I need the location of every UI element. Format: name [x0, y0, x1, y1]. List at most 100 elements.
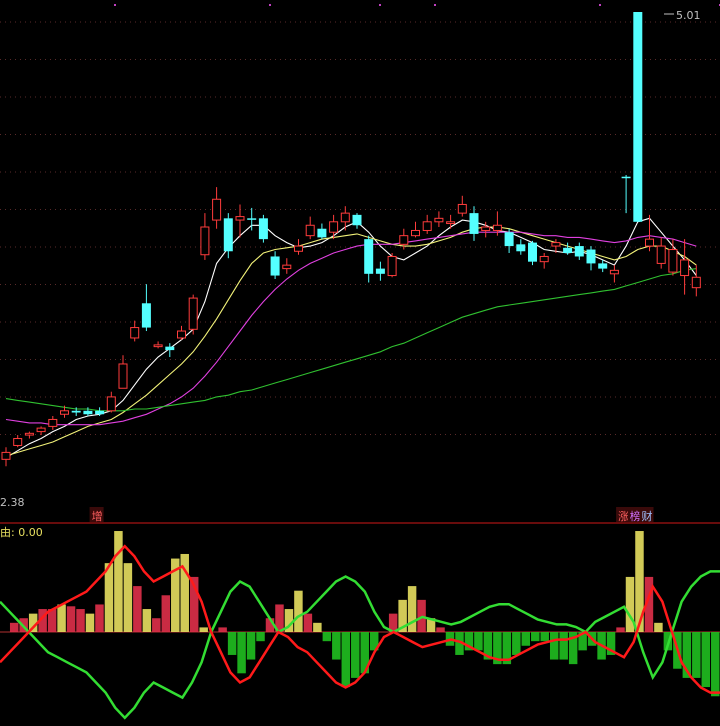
- candle-body: [375, 268, 385, 274]
- high-label: 5.01: [676, 9, 701, 22]
- candle-body: [270, 256, 280, 276]
- indicator-bar: [521, 632, 531, 646]
- candle-body: [340, 212, 350, 223]
- candle-body: [235, 216, 245, 221]
- candle-body: [83, 410, 93, 415]
- indicator-bar: [199, 627, 208, 632]
- indicator-bar: [303, 613, 313, 632]
- indicator-bar: [540, 632, 549, 642]
- candle-body: [574, 246, 584, 257]
- candle-body: [586, 249, 596, 264]
- candle-body: [188, 297, 198, 330]
- candle-body: [177, 330, 186, 339]
- candle-body: [645, 238, 654, 247]
- marker-label: 涨: [618, 510, 629, 523]
- indicator-bar: [256, 632, 265, 642]
- indicator-bar: [161, 595, 171, 632]
- candle-body: [516, 244, 526, 252]
- candle-body: [633, 12, 643, 222]
- indicator-bar: [692, 632, 701, 678]
- candle-body: [200, 226, 210, 256]
- candle-body: [434, 217, 444, 223]
- indicator-bar: [341, 632, 351, 688]
- indicator-bar: [512, 632, 521, 655]
- candle-body: [165, 346, 175, 351]
- indicator-bar: [549, 632, 559, 660]
- candle-body: [621, 176, 631, 179]
- indicator-bar: [66, 606, 76, 632]
- indicator-bar: [95, 604, 104, 632]
- indicator-bar: [104, 563, 114, 632]
- indicator-bar: [114, 531, 123, 632]
- candle-body: [457, 203, 467, 214]
- indicator-bar: [313, 622, 322, 632]
- candle-body: [680, 259, 690, 277]
- indicator-bar: [123, 563, 133, 632]
- indicator-bar: [531, 632, 540, 642]
- candle-body: [352, 214, 362, 226]
- chart-root: 5.01 2.38 增 涨榜财由: 0.00: [0, 0, 720, 726]
- candle-body: [504, 232, 514, 247]
- candle-body: [1, 451, 11, 460]
- candle-body: [36, 427, 46, 433]
- candle-body: [609, 269, 619, 275]
- candle-body: [247, 218, 257, 220]
- price-chart: 5.01 2.38 增 涨榜财由: 0.00: [0, 4, 720, 720]
- candle-body: [153, 344, 163, 348]
- candle-body: [329, 221, 339, 233]
- candle-body: [294, 245, 303, 252]
- indicator-bar: [246, 632, 256, 660]
- candle-body: [563, 247, 573, 254]
- indicator-bar: [436, 627, 445, 632]
- candle-body: [48, 418, 58, 427]
- candle-body: [317, 228, 327, 238]
- indicator-bar: [152, 618, 161, 632]
- candle-body: [71, 410, 81, 413]
- indicator-bar: [332, 632, 341, 660]
- indicator-bar: [237, 632, 246, 674]
- top-tick: [599, 4, 601, 6]
- top-tick: [434, 4, 436, 6]
- candle-body: [24, 432, 34, 436]
- candle-body: [399, 235, 409, 245]
- candle-body: [13, 438, 23, 446]
- candle-body: [528, 242, 537, 262]
- top-tick: [114, 4, 116, 6]
- indicator-bar: [294, 590, 303, 632]
- indicator-bar: [711, 632, 720, 697]
- top-tick: [379, 4, 381, 6]
- marker-label: 榜: [630, 509, 641, 523]
- candle-body: [422, 221, 432, 231]
- candle-body: [106, 396, 116, 412]
- candle-body: [223, 218, 233, 252]
- candle-body: [492, 224, 502, 231]
- candle-body: [656, 245, 666, 264]
- indicator-bar: [654, 622, 663, 632]
- candle-body: [258, 218, 268, 240]
- indicator-bar: [85, 613, 95, 632]
- candle-body: [551, 242, 561, 247]
- indicator-bar: [9, 622, 19, 632]
- candle-body: [411, 229, 420, 237]
- marker-label: 增: [92, 509, 103, 523]
- marker-label: 财: [642, 509, 653, 523]
- candle-body: [481, 226, 491, 231]
- candle-body: [95, 410, 105, 415]
- indicator-bar: [133, 586, 142, 632]
- candle-body: [598, 263, 608, 269]
- low-label: 2.38: [0, 496, 25, 509]
- candle-body: [539, 255, 549, 263]
- candle-body: [446, 221, 456, 225]
- indicator-bar: [76, 609, 85, 632]
- candle-body: [668, 249, 678, 273]
- indicator-bar: [322, 632, 332, 642]
- candle-body: [387, 255, 397, 277]
- indicator-bar: [218, 627, 227, 632]
- candle-body: [118, 363, 128, 389]
- indicator-bar: [559, 632, 568, 660]
- candle-body: [691, 276, 701, 289]
- candle-body: [282, 264, 292, 270]
- indicator-bar: [474, 632, 483, 651]
- indicator-bar: [142, 609, 152, 632]
- indicator-bar: [57, 604, 66, 632]
